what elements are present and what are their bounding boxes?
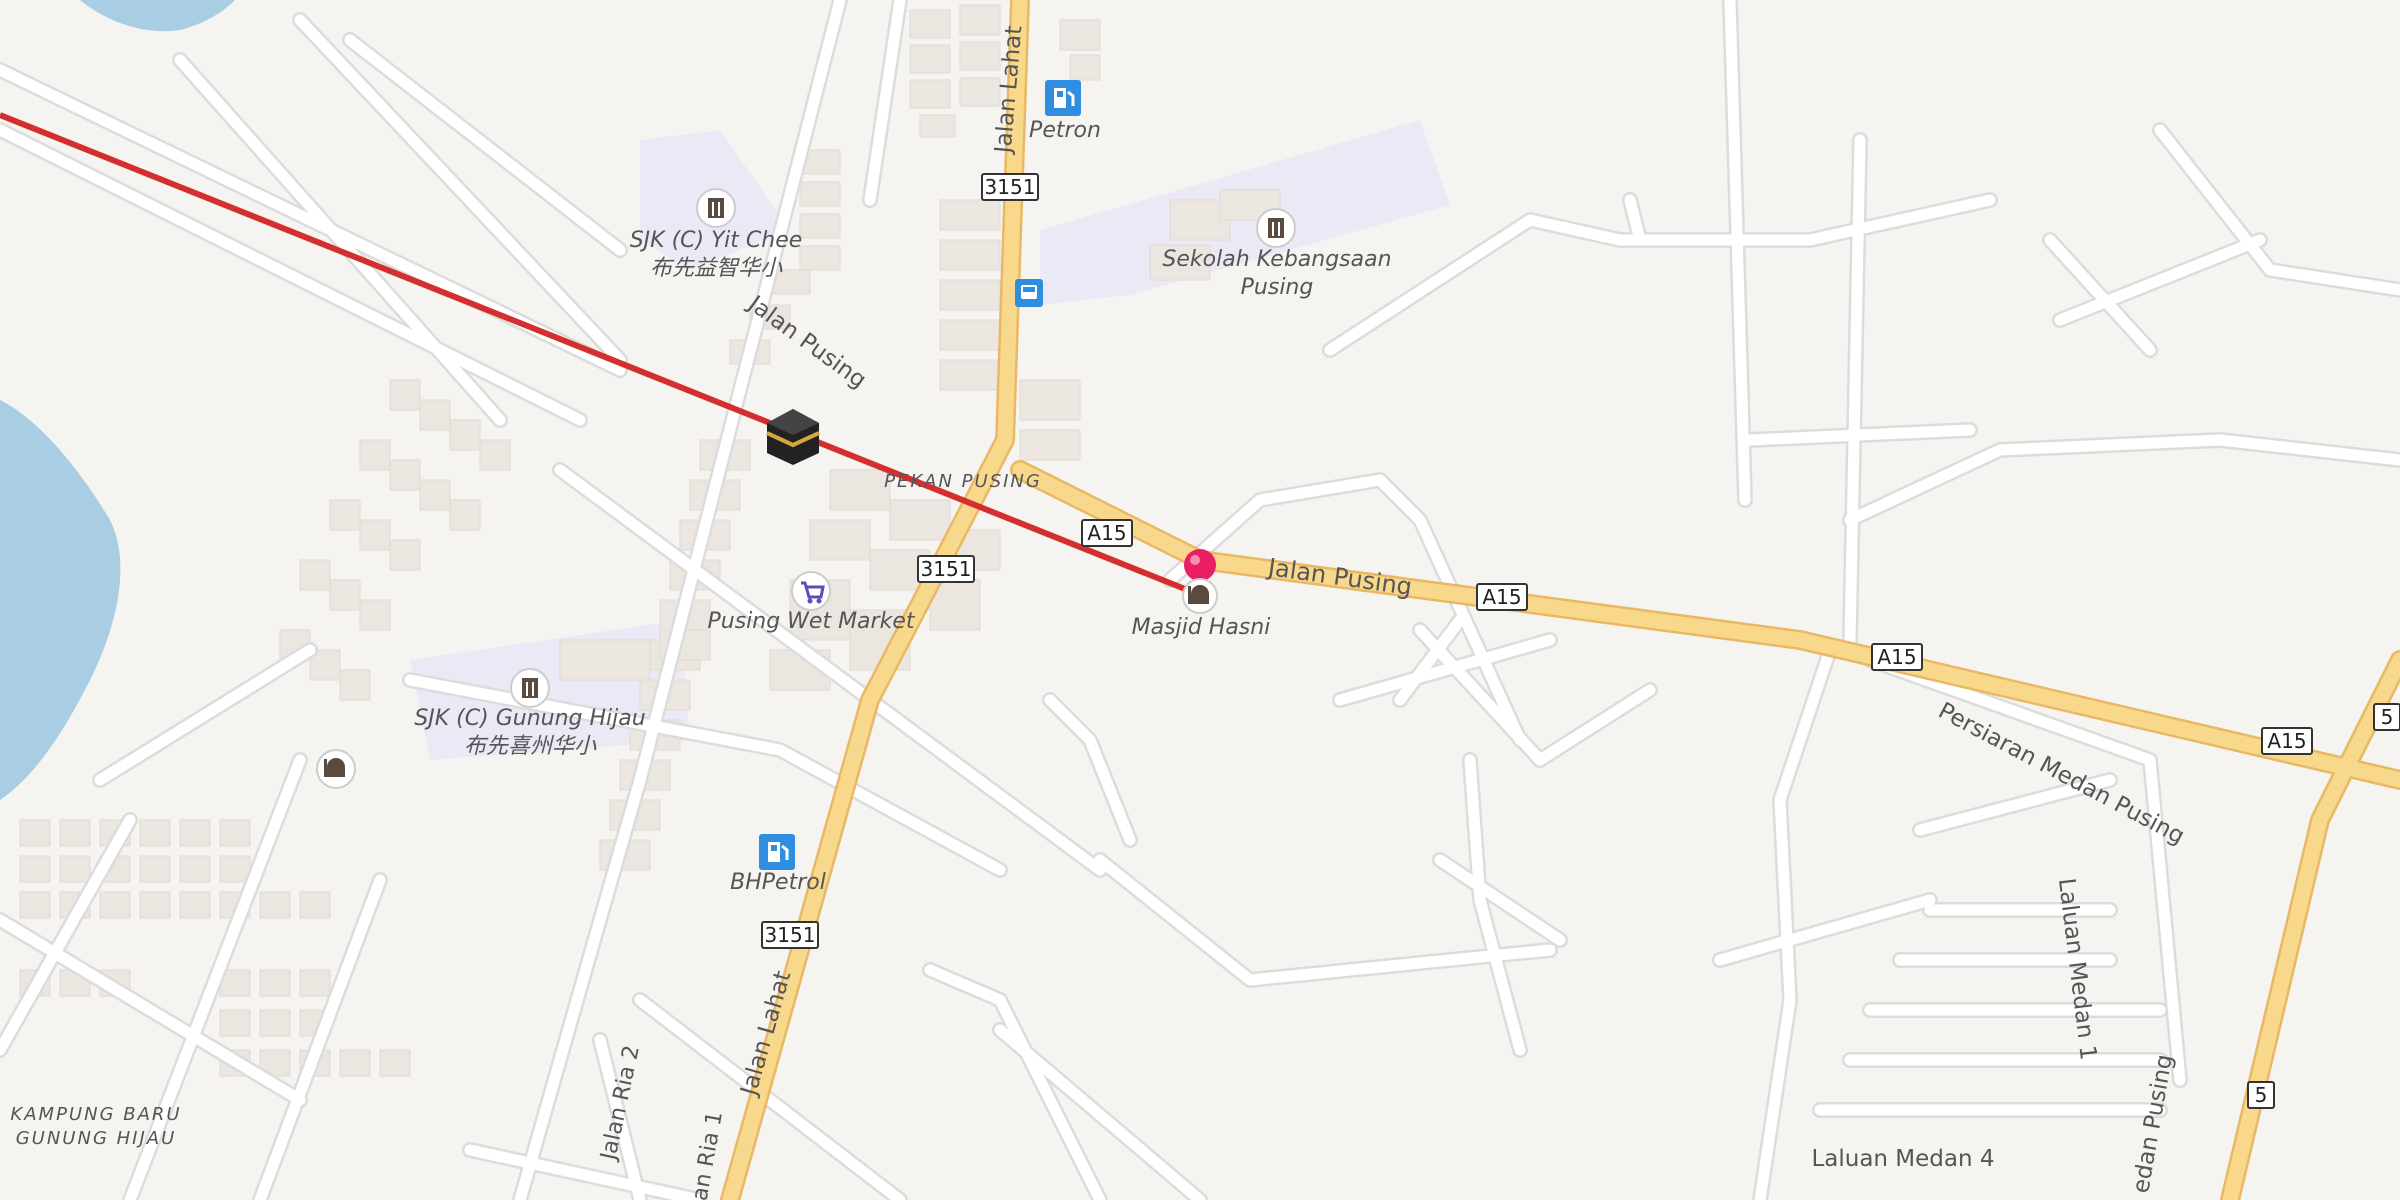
svg-text:A15: A15 (1087, 521, 1126, 545)
poi-label-yit-chee-cn: 布先益智华小 (650, 256, 783, 281)
route-shield-3151-north: 3151 (981, 173, 1039, 201)
route-shield-a15-center: A15 (1476, 583, 1528, 611)
route-shield-a15-east: A15 (1871, 643, 1923, 671)
lake-north (80, 0, 235, 32)
kaaba-icon[interactable] (766, 409, 820, 465)
route-shield-a15-west: A15 (1081, 519, 1133, 547)
poi-label-masjid-hasni: Masjid Hasni (1132, 615, 1271, 640)
route-shield-5-south: 5 (2247, 1081, 2275, 1109)
road-label-jalan-pusing: Jalan Pusing (1264, 553, 1413, 601)
svg-text:5: 5 (2381, 705, 2394, 729)
route-shield-5-north: 5 (2373, 703, 2400, 731)
shopping-cart-icon[interactable] (791, 571, 831, 611)
school-icon-sk-pusing[interactable] (1256, 208, 1296, 248)
bus-stop-icon[interactable] (1015, 279, 1043, 307)
place-label-kampung-2: GUNUNG HIJAU (16, 1128, 177, 1149)
lake-west (0, 400, 121, 800)
mosque-icon-west[interactable] (316, 749, 356, 789)
svg-text:A15: A15 (1482, 585, 1521, 609)
road-label-jalan-ria-1: Jalan Ria 1 (683, 1109, 728, 1200)
mosque-icon-hasni[interactable] (1182, 578, 1218, 614)
poi-label-bhpetrol: BHPetrol (730, 870, 826, 895)
poi-label-yit-chee: SJK (C) Yit Chee (630, 228, 803, 253)
poi-label-wet-market: Pusing Wet Market (707, 609, 915, 634)
road-label-laluan-medan-4: Laluan Medan 4 (1811, 1146, 1994, 1172)
svg-text:3151: 3151 (921, 557, 972, 581)
poi-label-sk-pusing: Sekolah Kebangsaan (1162, 247, 1391, 272)
road-label-medan-pusing: edan Pusing (2128, 1052, 2178, 1195)
svg-text:A15: A15 (2267, 729, 2306, 753)
place-label-kampung-1: KAMPUNG BARU (10, 1104, 181, 1125)
svg-text:3151: 3151 (985, 175, 1036, 199)
svg-text:5: 5 (2255, 1083, 2268, 1107)
poi-label-petron: Petron (1029, 118, 1101, 143)
road-label-jalan-lahat-south: Jalan Lahat (736, 968, 797, 1100)
petron-fuel-icon[interactable] (1045, 80, 1081, 116)
poi-label-gunung-hijau: SJK (C) Gunung Hijau (414, 706, 645, 731)
poi-label-gunung-hijau-cn: 布先喜州华小 (464, 734, 597, 759)
map-canvas[interactable]: 3151 3151 3151 A15 A15 A15 A15 5 5 Petro… (0, 0, 2400, 1200)
school-icon-gunung-hijau[interactable] (510, 668, 550, 708)
school-icon-yit-chee[interactable] (696, 188, 736, 228)
svg-text:A15: A15 (1877, 645, 1916, 669)
svg-text:3151: 3151 (765, 923, 816, 947)
route-shield-a15-far-east: A15 (2261, 727, 2313, 755)
poi-label-sk-pusing-2: Pusing (1241, 275, 1314, 300)
route-shield-3151-south: 3151 (761, 921, 819, 949)
place-label-pekan-pusing: PEKAN PUSING (884, 471, 1042, 492)
route-shield-3151-center: 3151 (917, 555, 975, 583)
bhpetrol-fuel-icon[interactable] (759, 834, 795, 870)
